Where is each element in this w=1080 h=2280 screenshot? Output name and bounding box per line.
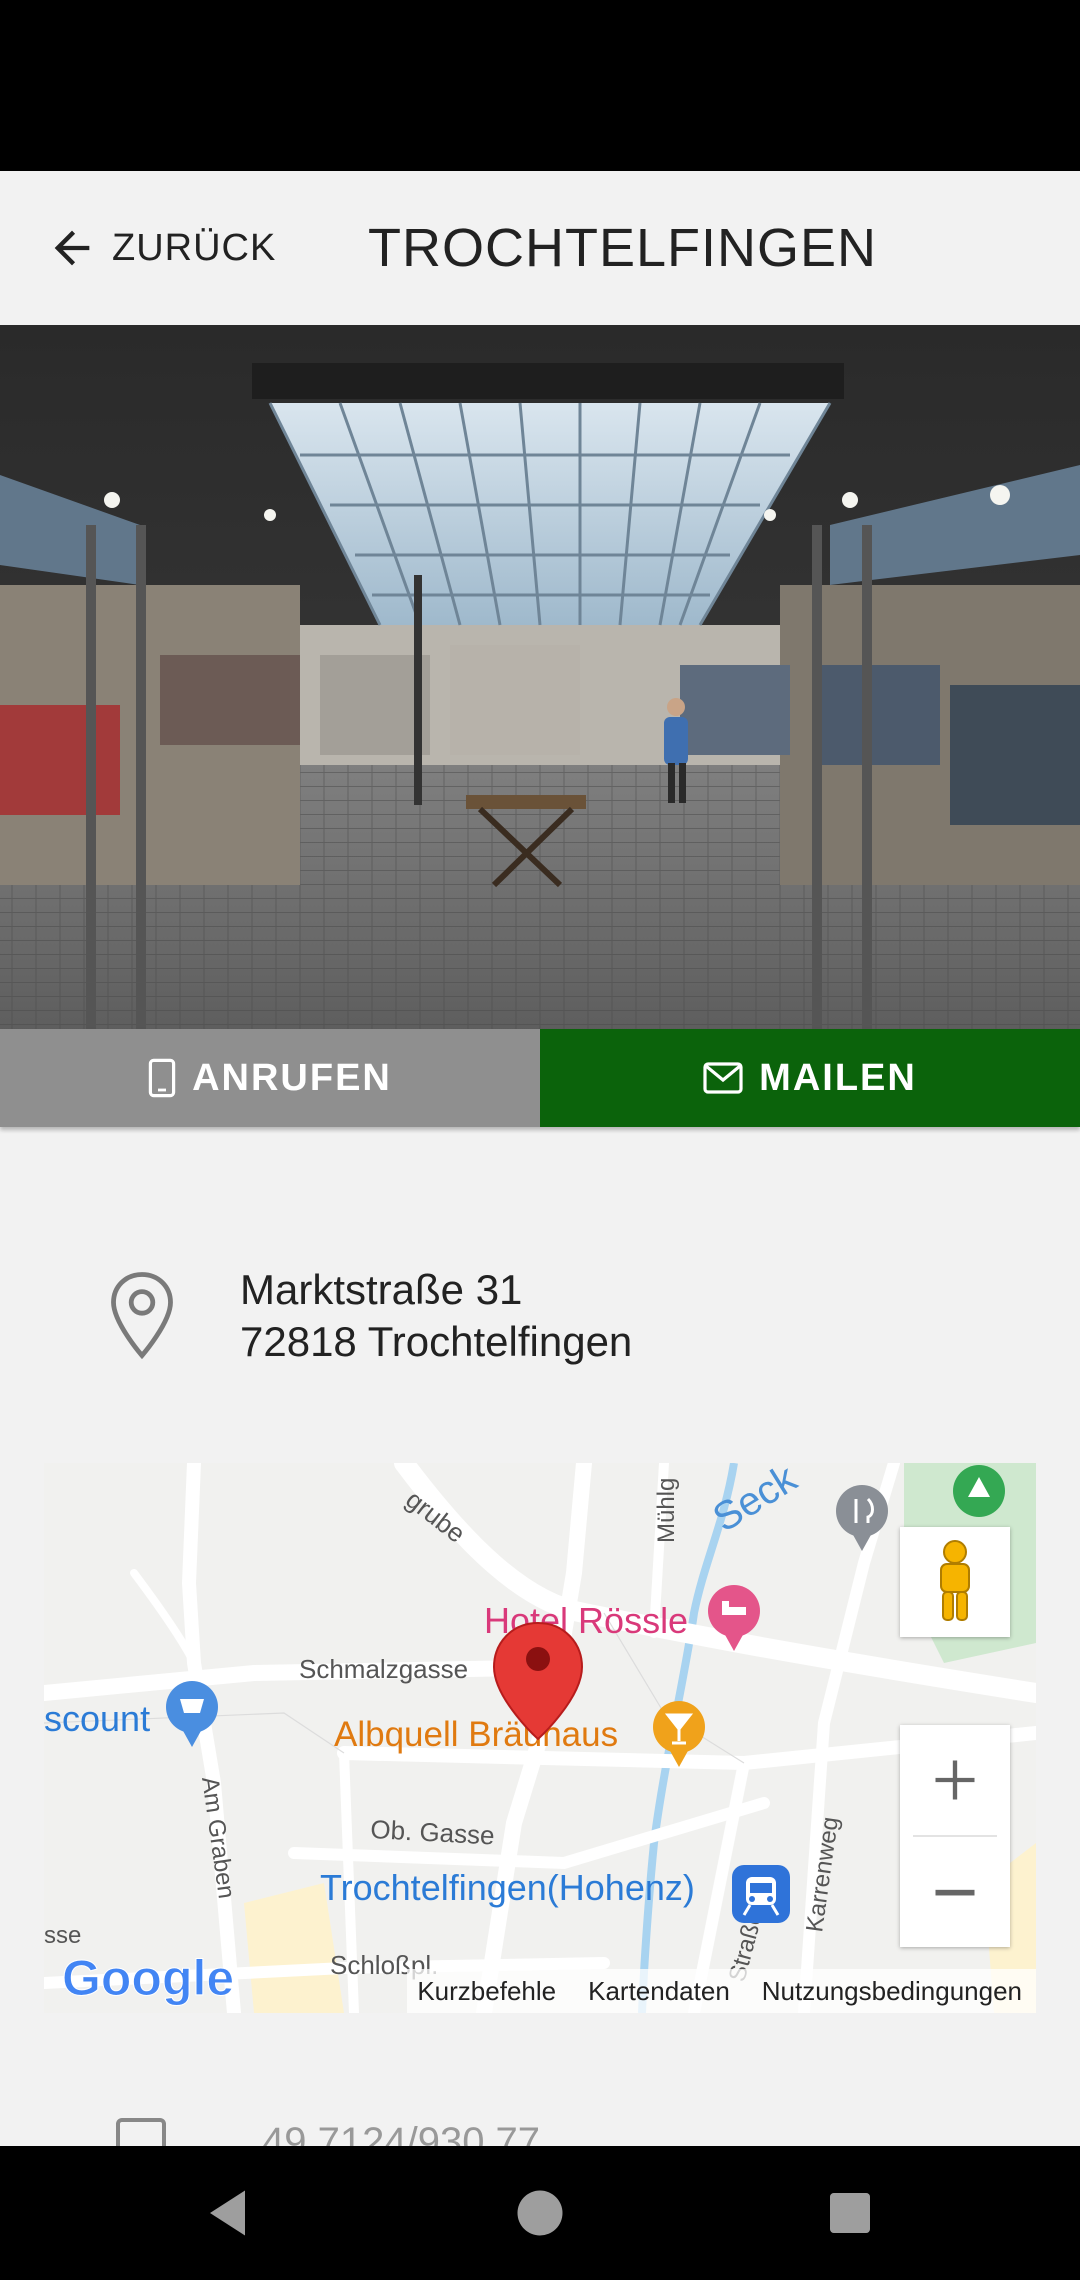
map-label-muehl: Mühlg	[653, 1478, 680, 1543]
call-button[interactable]: ANRUFEN	[0, 1029, 540, 1127]
map-terms-link[interactable]: Nutzungsbedingungen	[762, 1976, 1022, 2007]
home-nav-icon[interactable]	[510, 2183, 570, 2243]
store-photo	[0, 325, 1080, 1029]
map-view[interactable]: grube Mühlg Seck Hotel Rössle Schmalzgas…	[44, 1463, 1036, 2013]
system-nav-bar	[0, 2146, 1080, 2280]
status-bar	[0, 0, 1080, 171]
plus-icon	[935, 1760, 975, 1800]
zoom-controls	[900, 1725, 1010, 1947]
map-label-discount: scount	[44, 1698, 150, 1739]
map-footer: Kurzbefehle Kartendaten Nutzungsbedingun…	[407, 1969, 1036, 2013]
back-nav-icon[interactable]	[200, 2183, 260, 2243]
envelope-icon	[703, 1062, 743, 1094]
recents-nav-icon[interactable]	[820, 2183, 880, 2243]
pegman-icon	[940, 1540, 970, 1621]
contact-actions: ANRUFEN MAILEN	[0, 1029, 1080, 1127]
phone-number: 49 7124/930 77	[262, 2120, 541, 2146]
map-label-brauhaus: Albquell Bräuhaus	[334, 1715, 618, 1754]
park-poi-icon[interactable]	[953, 1465, 1005, 1517]
phone-icon	[148, 1058, 176, 1098]
location-pin-icon	[111, 1272, 173, 1360]
address-street: Marktstraße 31	[240, 1266, 523, 1313]
train-station-icon[interactable]	[732, 1865, 790, 1923]
map-label-schmalzgasse: Schmalzgasse	[299, 1654, 468, 1684]
minus-icon	[935, 1889, 975, 1896]
address-block: Marktstraße 31 72818 Trochtelfingen	[0, 1250, 1080, 1370]
zoom-in-button[interactable]	[900, 1725, 1010, 1835]
map-label-station: Trochtelfingen(Hohenz)	[320, 1867, 695, 1908]
mail-button[interactable]: MAILEN	[540, 1029, 1080, 1127]
zoom-out-button[interactable]	[900, 1837, 1010, 1947]
map-label-sse: sse	[44, 1922, 81, 1949]
map-shortcuts-link[interactable]: Kurzbefehle	[417, 1976, 556, 2007]
google-logo: Google	[62, 1950, 234, 2006]
phone-outline-icon	[116, 2118, 166, 2146]
page-title: TROCHTELFINGEN	[368, 218, 878, 278]
back-label: ZURÜCK	[112, 226, 277, 269]
street-view-button[interactable]	[900, 1527, 1010, 1637]
app-header: ZURÜCK TROCHTELFINGEN	[0, 171, 1080, 325]
mail-label: MAILEN	[759, 1056, 917, 1099]
back-button[interactable]: ZURÜCK	[46, 217, 276, 279]
call-label: ANRUFEN	[192, 1056, 392, 1099]
map-data-link[interactable]: Kartendaten	[588, 1976, 730, 2007]
map-canvas: grube Mühlg Seck Hotel Rössle Schmalzgas…	[44, 1463, 1036, 2013]
phone-row[interactable]: 49 7124/930 77	[0, 2110, 1080, 2146]
arrow-left-icon	[54, 230, 90, 266]
address-city: 72818 Trochtelfingen	[240, 1318, 633, 1365]
